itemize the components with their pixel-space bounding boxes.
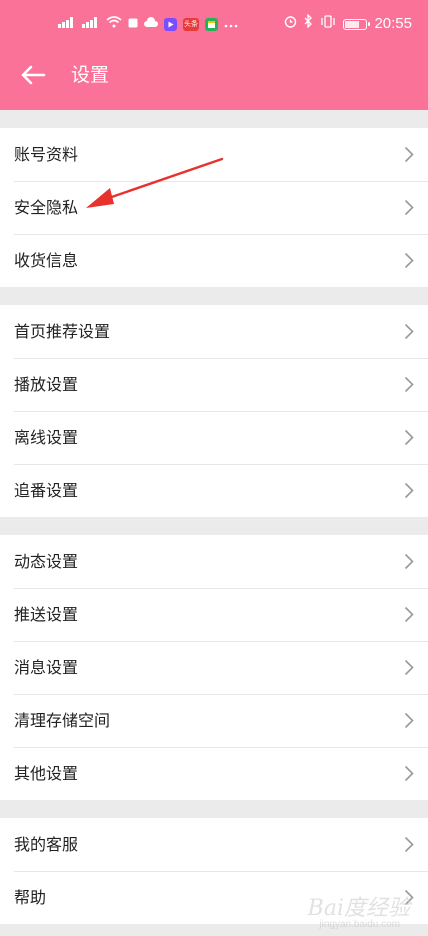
settings-item-label: 清理存储空间 xyxy=(14,711,111,730)
status-right-icons: 20:55 xyxy=(284,13,412,34)
wifi-icon xyxy=(106,14,122,34)
chevron-right-icon xyxy=(404,429,414,446)
settings-item-label: 播放设置 xyxy=(14,375,79,394)
chevron-right-icon xyxy=(404,323,414,340)
settings-item-shipping-info[interactable]: 收货信息 xyxy=(0,234,428,287)
status-left-icons: 头条 xyxy=(58,14,238,34)
settings-item-help[interactable]: 帮助 xyxy=(0,871,428,924)
cloud-icon xyxy=(144,14,158,34)
settings-item-security-privacy[interactable]: 安全隐私 xyxy=(0,181,428,234)
settings-item-follow-anime[interactable]: 追番设置 xyxy=(0,464,428,517)
settings-item-home-recommend[interactable]: 首页推荐设置 xyxy=(0,305,428,358)
chevron-right-icon xyxy=(404,376,414,393)
settings-item-playback[interactable]: 播放设置 xyxy=(0,358,428,411)
chevron-right-icon xyxy=(404,146,414,163)
chevron-right-icon xyxy=(404,606,414,623)
settings-item-label: 我的客服 xyxy=(14,835,79,854)
app-video-icon xyxy=(164,17,177,31)
back-arrow-icon xyxy=(21,65,46,85)
signal-2-icon xyxy=(82,14,100,34)
status-time: 20:55 xyxy=(374,15,412,32)
settings-item-label: 收货信息 xyxy=(14,251,79,270)
settings-item-label: 消息设置 xyxy=(14,658,79,677)
settings-item-other[interactable]: 其他设置 xyxy=(0,747,428,800)
settings-item-messages[interactable]: 消息设置 xyxy=(0,641,428,694)
settings-item-label: 推送设置 xyxy=(14,605,79,624)
settings-item-label: 离线设置 xyxy=(14,428,79,447)
settings-item-customer-service[interactable]: 我的客服 xyxy=(0,818,428,871)
chevron-right-icon xyxy=(404,553,414,570)
settings-item-offline[interactable]: 离线设置 xyxy=(0,411,428,464)
page-title: 设置 xyxy=(71,64,110,86)
status-bar: 头条 20:55 xyxy=(0,0,428,48)
chevron-right-icon xyxy=(404,889,414,906)
chevron-right-icon xyxy=(404,712,414,729)
chevron-right-icon xyxy=(404,765,414,782)
settings-item-label: 追番设置 xyxy=(14,481,79,500)
settings-item-label: 首页推荐设置 xyxy=(14,322,111,341)
settings-item-label: 其他设置 xyxy=(14,764,79,783)
settings-item-dynamic[interactable]: 动态设置 xyxy=(0,535,428,588)
chevron-right-icon xyxy=(404,659,414,676)
chevron-right-icon xyxy=(404,252,414,269)
settings-group-support: 我的客服 帮助 xyxy=(0,818,428,924)
chevron-right-icon xyxy=(404,836,414,853)
app-calendar-icon xyxy=(205,17,218,31)
app-header: 头条 20:55 设置 xyxy=(0,0,428,110)
settings-item-clear-storage[interactable]: 清理存储空间 xyxy=(0,694,428,747)
vibrate-icon xyxy=(320,14,336,34)
settings-item-label: 安全隐私 xyxy=(14,198,79,217)
app-toutiao-icon: 头条 xyxy=(183,17,199,31)
notification-icon xyxy=(128,14,138,34)
bluetooth-icon xyxy=(304,13,313,34)
signal-1-icon xyxy=(58,14,76,34)
settings-item-push[interactable]: 推送设置 xyxy=(0,588,428,641)
settings-item-account-profile[interactable]: 账号资料 xyxy=(0,128,428,181)
settings-list: 账号资料 安全隐私 收货信息 首页推荐设置 播放设置 离线设置 追番设置 动态设… xyxy=(0,110,428,924)
settings-item-label: 动态设置 xyxy=(14,552,79,571)
chevron-right-icon xyxy=(404,199,414,216)
settings-group-account: 账号资料 安全隐私 收货信息 xyxy=(0,128,428,287)
chevron-right-icon xyxy=(404,482,414,499)
settings-item-label: 账号资料 xyxy=(14,145,79,164)
settings-group-playback: 首页推荐设置 播放设置 离线设置 追番设置 xyxy=(0,305,428,517)
settings-group-notifications: 动态设置 推送设置 消息设置 清理存储空间 其他设置 xyxy=(0,535,428,800)
battery-icon xyxy=(343,18,371,30)
more-dots-icon xyxy=(224,14,238,34)
back-button[interactable] xyxy=(14,58,54,92)
alarm-icon xyxy=(284,14,297,34)
settings-item-label: 帮助 xyxy=(14,888,47,907)
